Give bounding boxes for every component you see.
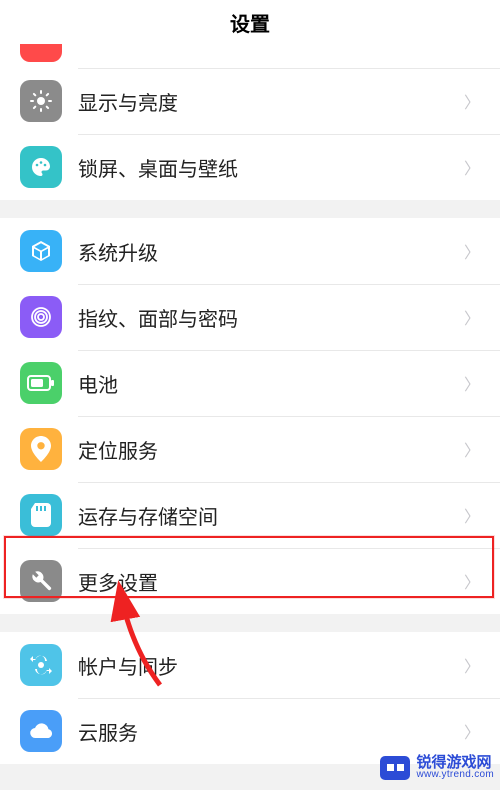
brightness-icon [20, 80, 62, 122]
chevron-right-icon: 〉 [464, 371, 480, 395]
settings-group-3: 帐户与同步 〉 云服务 〉 [0, 632, 500, 764]
row-label: 更多设置 [78, 567, 464, 596]
wrench-icon [20, 560, 62, 602]
settings-row-cloud[interactable]: 云服务 〉 [0, 698, 500, 764]
cube-icon [20, 230, 62, 272]
settings-row-more[interactable]: 更多设置 〉 [0, 548, 500, 614]
sync-icon [20, 644, 62, 686]
battery-icon [20, 362, 62, 404]
settings-row-display[interactable]: 显示与亮度 〉 [0, 68, 500, 134]
chevron-right-icon: 〉 [464, 239, 480, 263]
cloud-icon [20, 710, 62, 752]
settings-group-2: 系统升级 〉 指纹、面部与密码 〉 电池 〉 定位服务 〉 [0, 218, 500, 614]
row-label: 系统升级 [78, 237, 464, 266]
palette-icon [20, 146, 62, 188]
row-label: 运存与存储空间 [78, 501, 464, 530]
chevron-right-icon: 〉 [464, 89, 480, 113]
settings-row-wallpaper[interactable]: 锁屏、桌面与壁纸 〉 [0, 134, 500, 200]
chevron-right-icon: 〉 [464, 503, 480, 527]
row-label: 显示与亮度 [78, 87, 464, 116]
row-label: 云服务 [78, 717, 464, 746]
row-label: 帐户与同步 [78, 651, 464, 680]
chevron-right-icon: 〉 [464, 719, 480, 743]
page-header: 设置 [0, 0, 500, 44]
row-label: 定位服务 [78, 435, 464, 464]
settings-row-storage[interactable]: 运存与存储空间 〉 [0, 482, 500, 548]
sdcard-icon [20, 494, 62, 536]
fingerprint-icon [20, 296, 62, 338]
settings-row-biometrics[interactable]: 指纹、面部与密码 〉 [0, 284, 500, 350]
settings-row-update[interactable]: 系统升级 〉 [0, 218, 500, 284]
row-label: 电池 [78, 369, 464, 398]
row-label: 锁屏、桌面与壁纸 [78, 153, 464, 182]
settings-group-1: 声音 〉 显示与亮度 〉 锁屏、桌面与壁纸 〉 [0, 44, 500, 200]
chevron-right-icon: 〉 [464, 569, 480, 593]
location-icon [20, 428, 62, 470]
settings-row-location[interactable]: 定位服务 〉 [0, 416, 500, 482]
settings-list[interactable]: 声音 〉 显示与亮度 〉 锁屏、桌面与壁纸 〉 系统升级 〉 [0, 44, 500, 790]
settings-row-account[interactable]: 帐户与同步 〉 [0, 632, 500, 698]
sound-icon [20, 44, 62, 62]
chevron-right-icon: 〉 [464, 437, 480, 461]
row-label: 指纹、面部与密码 [78, 303, 464, 332]
settings-row-battery[interactable]: 电池 〉 [0, 350, 500, 416]
chevron-right-icon: 〉 [464, 155, 480, 179]
settings-row-sound[interactable]: 声音 〉 [0, 44, 500, 68]
chevron-right-icon: 〉 [464, 653, 480, 677]
chevron-right-icon: 〉 [464, 305, 480, 329]
page-title: 设置 [230, 8, 270, 37]
